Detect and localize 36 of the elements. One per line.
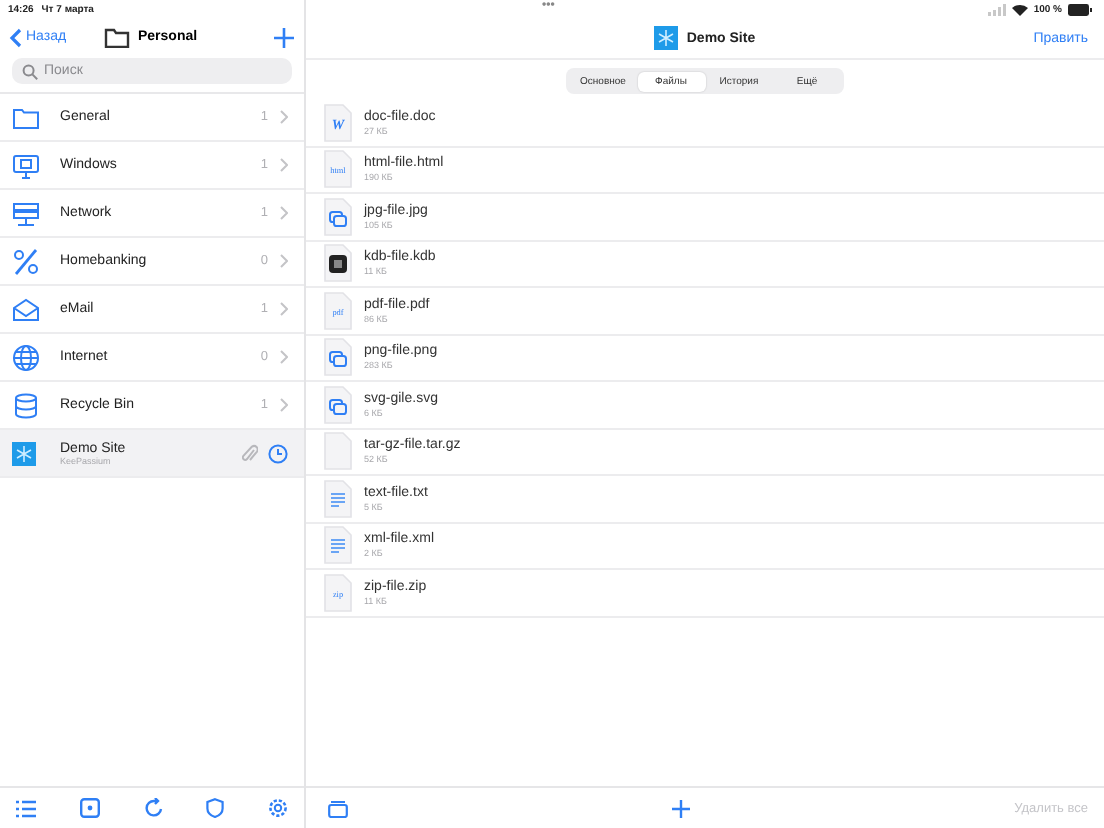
image-file-icon — [324, 338, 352, 377]
server-icon — [12, 199, 40, 227]
settings-icon[interactable] — [268, 798, 288, 818]
monitor-icon — [12, 151, 40, 179]
dice-icon[interactable] — [79, 798, 100, 818]
folder-icon — [12, 103, 40, 131]
chevron-right-icon — [280, 254, 288, 268]
chevron-right-icon — [280, 206, 288, 220]
chevron-right-icon — [280, 110, 288, 124]
text-file-icon — [324, 479, 352, 518]
archive-icon[interactable] — [328, 799, 348, 817]
chevron-right-icon — [280, 302, 288, 316]
chevron-right-icon — [280, 350, 288, 364]
signal-icon — [987, 3, 1006, 15]
wifi-icon — [1011, 3, 1028, 15]
refresh-icon[interactable] — [143, 798, 163, 818]
percent-icon — [12, 247, 40, 275]
entry-icon — [12, 441, 36, 465]
envelope-icon — [12, 295, 40, 323]
image-file-icon — [324, 197, 352, 236]
battery-icon — [1068, 3, 1092, 15]
add-icon[interactable] — [672, 799, 691, 817]
list-icon[interactable] — [16, 799, 36, 817]
entry-icon — [654, 26, 679, 50]
shield-icon[interactable] — [206, 798, 225, 818]
folder-icon — [104, 27, 130, 47]
text-file-icon — [324, 526, 352, 565]
database-file-icon — [324, 244, 352, 283]
chevron-right-icon — [280, 398, 288, 412]
chevron-right-icon — [280, 158, 288, 172]
image-file-icon — [324, 385, 352, 424]
cylinder-icon — [12, 391, 40, 419]
globe-icon — [12, 343, 40, 371]
file-icon — [324, 432, 352, 471]
add-icon[interactable] — [274, 27, 294, 47]
chevron-left-icon — [8, 27, 22, 47]
